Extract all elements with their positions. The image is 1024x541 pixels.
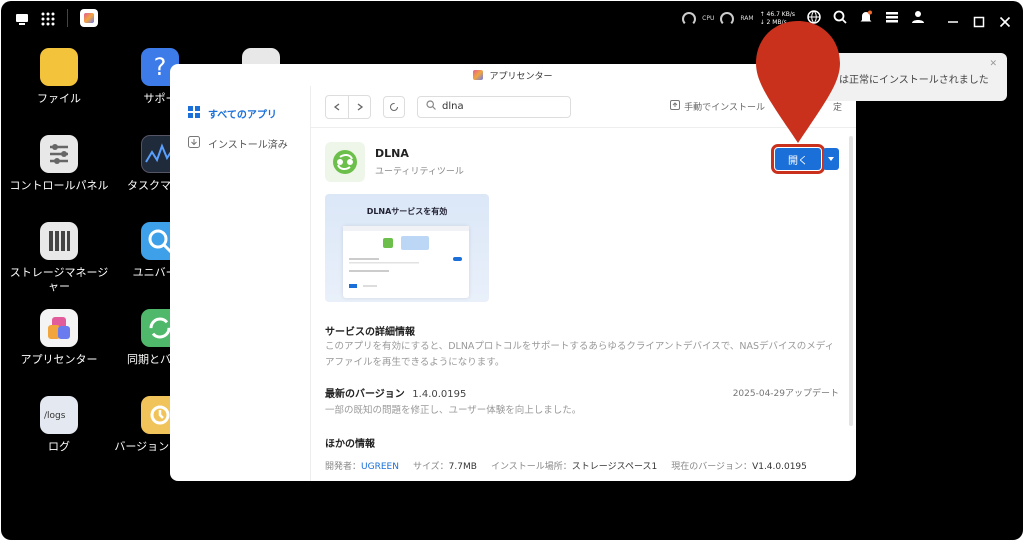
location-label: インストール場所： <box>490 462 572 472</box>
size-value: 7.7MB <box>448 462 477 472</box>
desktop: CPU RAM ↑ 46.7 KB/s ↓ 2 MB/s ファイル コントロール… <box>1 1 1023 540</box>
details-text: このアプリを有効にすると、DLNAプロトコルをサポートするあらゆるクライアントデ… <box>325 341 835 368</box>
desktop-icon-files[interactable]: ファイル <box>9 48 109 106</box>
developer-label: 開発者： <box>325 462 362 472</box>
version-heading: 最新のバージョン 1.4.0.0195 <box>325 385 466 400</box>
maximize-icon[interactable] <box>973 13 985 27</box>
window-title: アプリセンター <box>489 71 553 82</box>
details-title: サービスの詳細情報 <box>325 327 415 338</box>
upload-speed: ↑ 46.7 KB/s <box>759 10 795 18</box>
grid-icon <box>188 105 200 121</box>
sliders-icon <box>40 135 78 173</box>
desktop-icon-storage-manager[interactable]: ストレージマネージャー <box>9 222 109 294</box>
forward-button[interactable] <box>348 95 370 118</box>
back-button[interactable] <box>326 96 348 118</box>
other-info-title: ほかの情報 <box>325 439 375 450</box>
app-center-icon <box>40 309 78 347</box>
scrollbar[interactable] <box>849 136 853 426</box>
close-icon[interactable] <box>999 13 1011 27</box>
toast-close-icon[interactable]: ✕ <box>989 59 997 69</box>
desktop-icon-label: ファイル <box>37 92 81 105</box>
desktop-icon-label: ストレージマネージャー <box>9 266 109 293</box>
history-nav <box>325 94 371 119</box>
size-label: サイズ： <box>412 462 449 472</box>
download-icon <box>188 135 200 151</box>
other-info: 開発者：UGREEN サイズ：7.7MB インストール場所：ストレージスペース1… <box>325 459 807 472</box>
divider <box>67 9 68 27</box>
desktop-icon-label: ログ <box>48 440 70 453</box>
chevron-down-icon <box>828 157 834 161</box>
notification-bell-icon[interactable] <box>859 9 873 28</box>
logs-glyph-text: /logs <box>44 411 66 421</box>
search-icon <box>426 100 436 113</box>
open-button[interactable]: 開く <box>771 144 825 174</box>
sidebar: すべてのアプリ インストール済み <box>170 86 310 481</box>
log-document-icon: /logs <box>40 396 78 434</box>
version-notes: 一部の既知の問題を修正し、ユーザー体験を向上しました。 <box>325 405 582 416</box>
sidebar-item-label: インストール済み <box>208 139 288 151</box>
app-screenshot[interactable]: DLNAサービスを有効 <box>325 194 489 302</box>
desktop-icon-app-center[interactable]: アプリセンター <box>9 309 109 367</box>
cpu-gauge-icon <box>682 11 697 26</box>
upload-box-icon <box>670 100 681 113</box>
app-category: ユーティリティツール <box>375 167 464 177</box>
app-header: DLNA ユーティリティツール <box>325 142 464 182</box>
widgets-icon[interactable] <box>885 9 899 28</box>
search-value: dlna <box>442 101 464 112</box>
app-detail: DLNA ユーティリティツール 開く DLNAサービスを有効 サービスの詳細情報… <box>311 128 856 481</box>
desktop-icon-label: コントロールパネル <box>9 179 109 192</box>
app-grid-icon[interactable] <box>41 11 55 26</box>
taskbar-app-center-icon[interactable] <box>80 9 98 27</box>
version-number: 1.4.0.0195 <box>412 389 467 400</box>
sidebar-item-all-apps[interactable]: すべてのアプリ <box>170 98 310 128</box>
location-pin-marker <box>756 21 840 143</box>
folder-icon <box>40 48 78 86</box>
sidebar-item-installed[interactable]: インストール済み <box>170 128 310 158</box>
show-desktop-icon[interactable] <box>15 11 29 25</box>
current-version-label: 現在のバージョン： <box>671 462 753 472</box>
refresh-button[interactable] <box>383 95 405 118</box>
screenshot-preview <box>343 226 469 298</box>
ram-gauge-icon <box>720 11 735 26</box>
user-avatar-icon[interactable] <box>911 9 925 28</box>
open-button-group: 開く <box>771 144 839 174</box>
screenshot-title: DLNAサービスを有効 <box>366 207 448 216</box>
search-input[interactable]: dlna <box>417 95 571 118</box>
main-panel: dlna 手動でインストール 定 DLNA ユーティリティツール 開く DLNA… <box>310 86 856 481</box>
version-title: 最新のバージョン <box>325 389 405 400</box>
top-bar: CPU RAM ↑ 46.7 KB/s ↓ 2 MB/s <box>1 1 1023 35</box>
current-version-value: V1.4.0.0195 <box>752 462 807 472</box>
open-options-dropdown[interactable] <box>823 148 839 170</box>
desktop-icon-label: アプリセンター <box>20 353 98 366</box>
toast-text: は正常にインストールされました <box>839 75 989 86</box>
app-name: DLNA <box>375 147 409 160</box>
version-date: 2025-04-29アップデート <box>732 389 839 399</box>
minimize-icon[interactable] <box>947 13 959 25</box>
dlna-logo-icon <box>325 142 365 182</box>
cpu-label: CPU <box>702 15 715 22</box>
sidebar-item-label: すべてのアプリ <box>208 109 277 121</box>
location-value: ストレージスペース1 <box>571 462 658 472</box>
desktop-icon-control-panel[interactable]: コントロールパネル <box>9 135 109 193</box>
desktop-icon-logs[interactable]: /logs ログ <box>9 396 109 454</box>
storage-drives-icon <box>40 222 78 260</box>
app-center-icon <box>473 70 484 80</box>
developer-link[interactable]: UGREEN <box>361 462 399 472</box>
